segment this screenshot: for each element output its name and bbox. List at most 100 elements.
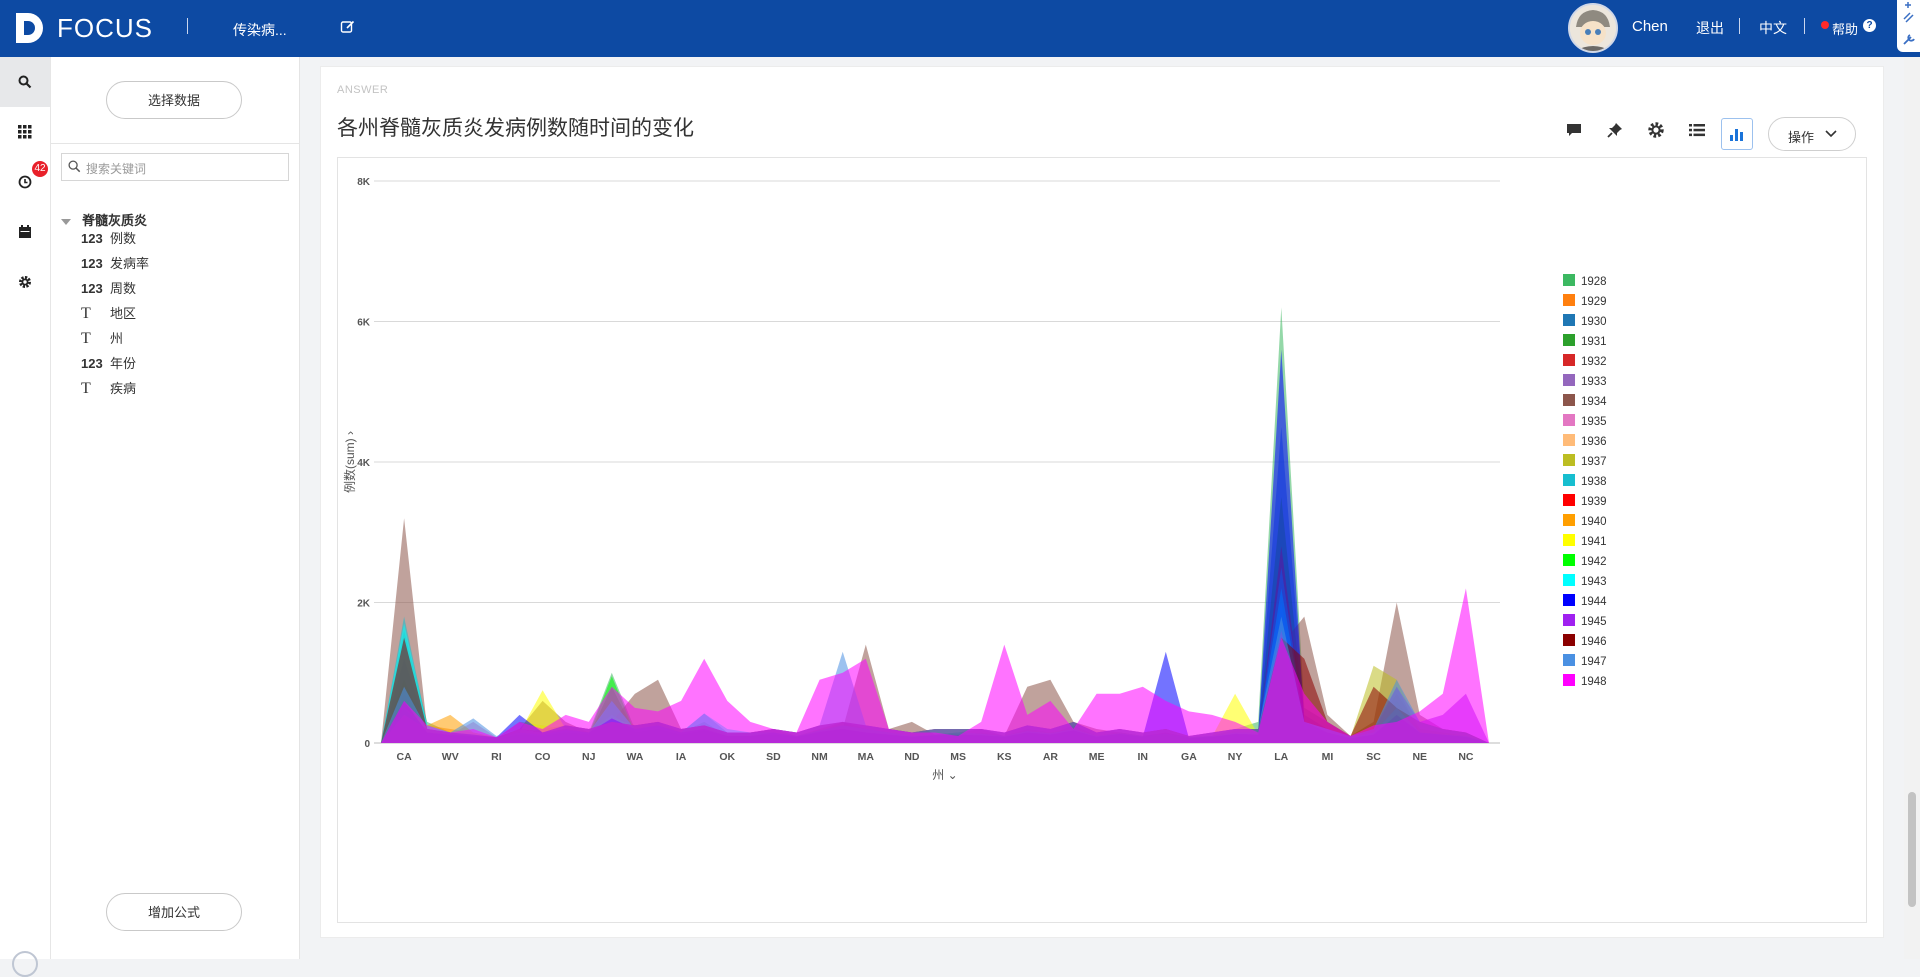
field-item[interactable]: 123 发病率 [81,254,149,274]
legend-swatch[interactable] [1563,634,1575,646]
chart-view-button[interactable] [1721,118,1753,150]
legend-label[interactable]: 1942 [1581,556,1607,568]
legend-label[interactable]: 1931 [1581,336,1607,348]
language-switch[interactable]: 中文 [1759,18,1787,38]
legend-label[interactable]: 1930 [1581,316,1607,328]
legend-label[interactable]: 1939 [1581,496,1607,508]
legend-label[interactable]: 1943 [1581,576,1607,588]
rail-settings[interactable] [0,257,50,307]
help-link[interactable]: 帮助 [1832,19,1858,38]
legend-swatch[interactable] [1563,614,1575,626]
legend-swatch[interactable] [1563,514,1575,526]
answer-card: ANSWER 各州脊髓灰质炎发病例数随时间的变化 操作 0 2K 4K 6K 8… [320,66,1884,938]
focus-logo-icon[interactable] [12,10,48,46]
x-tick-label: KS [997,751,1012,763]
pin-icon [1607,123,1622,138]
legend-label[interactable]: 1929 [1581,296,1607,308]
legend-label[interactable]: 1928 [1581,276,1607,288]
help-icon[interactable]: ? [1863,19,1876,32]
edit-icon[interactable] [340,19,356,35]
legend-swatch[interactable] [1563,454,1575,466]
field-item[interactable]: T 地区 [81,304,136,324]
legend-swatch[interactable] [1563,534,1575,546]
chart-settings-button[interactable] [1644,118,1668,142]
legend-swatch[interactable] [1563,594,1575,606]
collapse-triangle-icon[interactable] [61,218,71,225]
comment-button[interactable] [1562,118,1586,142]
area-series-1944[interactable] [381,349,1489,743]
y-tick-label: 0 [364,739,370,750]
x-tick-label: NY [1228,751,1243,763]
rail-calendar[interactable] [0,207,50,257]
x-tick-label: NE [1412,751,1427,763]
brand-name: FOCUS [57,13,153,43]
field-name: 地区 [110,306,137,321]
legend-label[interactable]: 1936 [1581,436,1607,448]
y-axis-label[interactable]: 例数(sum) › [342,431,357,493]
side-tool-widget[interactable] [1897,0,1920,52]
workspace-tab[interactable]: 传染病... [233,20,287,40]
legend-label[interactable]: 1946 [1581,636,1607,648]
field-item[interactable]: 123 年份 [81,354,136,374]
top-bar: FOCUS 传染病... Chen 退出 中文 帮助 ? [0,0,1920,57]
table-view-button[interactable] [1685,118,1709,142]
wrench-icon[interactable] [1897,0,1920,52]
legend-swatch[interactable] [1563,574,1575,586]
legend-swatch[interactable] [1563,394,1575,406]
numeric-type-icon: 123 [81,281,103,296]
comment-icon [1567,124,1581,136]
legend-swatch[interactable] [1563,374,1575,386]
field-item[interactable]: T 疾病 [81,379,136,399]
select-data-button[interactable]: 选择数据 [106,81,242,119]
rail-apps[interactable] [0,107,50,157]
legend-swatch[interactable] [1563,674,1575,686]
area-chart[interactable]: 0 2K 4K 6K 8K 例数(sum) › CA WV RI CO NJ WA IA OK SD NM MA… [338,158,1866,922]
list-icon [1689,124,1705,137]
legend-label[interactable]: 1947 [1581,656,1607,668]
legend-swatch[interactable] [1563,274,1575,286]
legend-swatch[interactable] [1563,474,1575,486]
user-name[interactable]: Chen [1632,18,1668,35]
keyword-search-input[interactable]: 搜索关键词 [61,153,289,181]
legend-swatch[interactable] [1563,334,1575,346]
field-item[interactable]: T州 [81,329,123,349]
operate-dropdown[interactable]: 操作 [1768,117,1856,151]
scrollbar-thumb[interactable] [1908,792,1916,907]
legend-label[interactable]: 1948 [1581,676,1607,688]
legend-label[interactable]: 1932 [1581,356,1607,368]
legend-swatch[interactable] [1563,434,1575,446]
legend-swatch[interactable] [1563,314,1575,326]
legend-label[interactable]: 1941 [1581,536,1607,548]
legend-label[interactable]: 1940 [1581,516,1607,528]
page-title[interactable]: 各州脊髓灰质炎发病例数随时间的变化 [337,112,694,142]
page-scrollbar[interactable] [1904,57,1920,959]
legend-swatch[interactable] [1563,494,1575,506]
logout-link[interactable]: 退出 [1696,18,1724,38]
legend-label[interactable]: 1934 [1581,396,1607,408]
table-tree-root[interactable]: 脊髓灰质炎 [61,210,147,229]
rail-search[interactable] [0,57,50,107]
numeric-type-icon: 123 [81,256,103,271]
legend-label[interactable]: 1933 [1581,376,1607,388]
panel-divider [51,143,299,144]
area-series-1928[interactable] [381,307,1489,743]
legend-label[interactable]: 1945 [1581,616,1607,628]
x-axis-label[interactable]: 州 ⌄ [932,768,957,782]
text-type-icon: T [81,330,91,347]
x-tick-label: WA [626,751,643,763]
legend-label[interactable]: 1937 [1581,456,1607,468]
legend-swatch[interactable] [1563,554,1575,566]
legend-label[interactable]: 1935 [1581,416,1607,428]
legend-swatch[interactable] [1563,294,1575,306]
legend-swatch[interactable] [1563,354,1575,366]
legend-label[interactable]: 1944 [1581,596,1607,608]
field-item[interactable]: 123 例数 [81,229,136,249]
x-tick-label: NM [811,751,828,763]
add-formula-button[interactable]: 增加公式 [106,893,242,931]
legend-swatch[interactable] [1563,654,1575,666]
pin-button[interactable] [1603,118,1627,142]
avatar[interactable] [1568,3,1618,53]
legend-label[interactable]: 1938 [1581,476,1607,488]
legend-swatch[interactable] [1563,414,1575,426]
field-item[interactable]: 123 周数 [81,279,136,299]
